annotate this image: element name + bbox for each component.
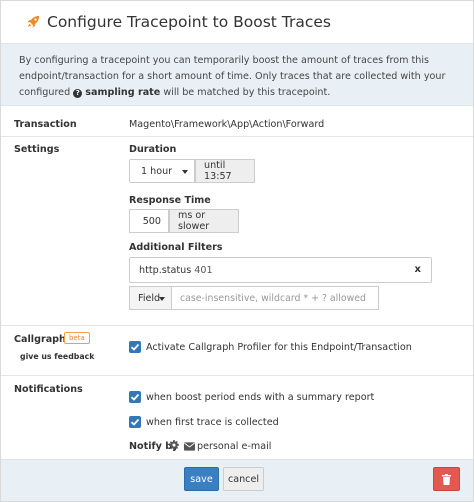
callgraph-checkbox-label: Activate Callgraph Profiler for this End… (146, 342, 412, 353)
duration-value: 1 hour (141, 165, 173, 177)
callgraphs-label: Callgraphs (14, 334, 72, 345)
field-dropdown-button[interactable]: Field (129, 286, 172, 310)
envelope-icon (184, 442, 195, 451)
filter-remove-button[interactable]: x (415, 264, 421, 275)
sampling-rate-link[interactable]: sampling rate (85, 87, 160, 98)
notify-boost-end-label: when boost period ends with a summary re… (146, 392, 375, 403)
field-button-label: Field (138, 292, 161, 304)
filter-tag: http.status 401 x (129, 257, 432, 283)
feedback-link[interactable]: give us feedback (20, 352, 94, 361)
duration-select[interactable]: 1 hour (129, 159, 195, 183)
notify-channel: personal e-mail (197, 441, 272, 452)
filter-value: 401 (194, 264, 213, 276)
filter-input-placeholder: case-insensitive, wildcard * + ? allowed (180, 292, 367, 304)
notify-first-trace-checkbox[interactable] (129, 416, 141, 428)
tracepoint-modal: Configure Tracepoint to Boost Traces By … (0, 0, 474, 502)
response-time-unit-text: ms or slower (178, 210, 210, 232)
response-time-input[interactable]: 500 (129, 209, 169, 233)
transaction-row: Transaction Magento\Framework\App\Action… (1, 107, 473, 137)
duration-until-text: until 13:57 (204, 160, 232, 182)
transaction-value: Magento\Framework\App\Action\Forward (129, 119, 325, 130)
callgraph-checkbox[interactable] (129, 341, 141, 353)
filters-label: Additional Filters (129, 242, 223, 253)
settings-label: Settings (14, 144, 60, 155)
rocket-icon (26, 15, 40, 29)
beta-badge: beta (64, 332, 90, 344)
modal-footer: save cancel (1, 459, 473, 501)
question-circle-icon[interactable]: ? (73, 89, 83, 98)
chevron-down-icon (159, 297, 165, 301)
filter-key: http.status (139, 264, 192, 276)
check-icon (130, 343, 140, 351)
trash-icon (442, 473, 451, 485)
duration-label: Duration (129, 144, 177, 155)
check-icon (130, 393, 140, 401)
notifications-label: Notifications (14, 384, 83, 395)
save-button[interactable]: save (184, 467, 219, 491)
duration-until: until 13:57 (195, 159, 255, 183)
check-icon (130, 418, 140, 426)
delete-button[interactable] (433, 467, 460, 491)
intro-text: By configuring a tracepoint you can temp… (1, 44, 473, 106)
transaction-label: Transaction (14, 119, 77, 130)
chevron-down-icon (182, 170, 188, 174)
response-time-unit: ms or slower (169, 209, 239, 233)
response-time-value: 500 (142, 215, 161, 227)
notify-boost-end-checkbox[interactable] (129, 391, 141, 403)
gear-icon[interactable] (169, 440, 179, 450)
cancel-button[interactable]: cancel (223, 467, 264, 491)
modal-title: Configure Tracepoint to Boost Traces (47, 13, 331, 31)
filter-value-input[interactable]: case-insensitive, wildcard * + ? allowed (172, 286, 379, 310)
modal-header: Configure Tracepoint to Boost Traces (1, 1, 473, 44)
notify-first-trace-label: when first trace is collected (146, 417, 279, 428)
response-time-label: Response Time (129, 195, 211, 206)
intro-part2: will be matched by this tracepoint. (163, 87, 331, 98)
